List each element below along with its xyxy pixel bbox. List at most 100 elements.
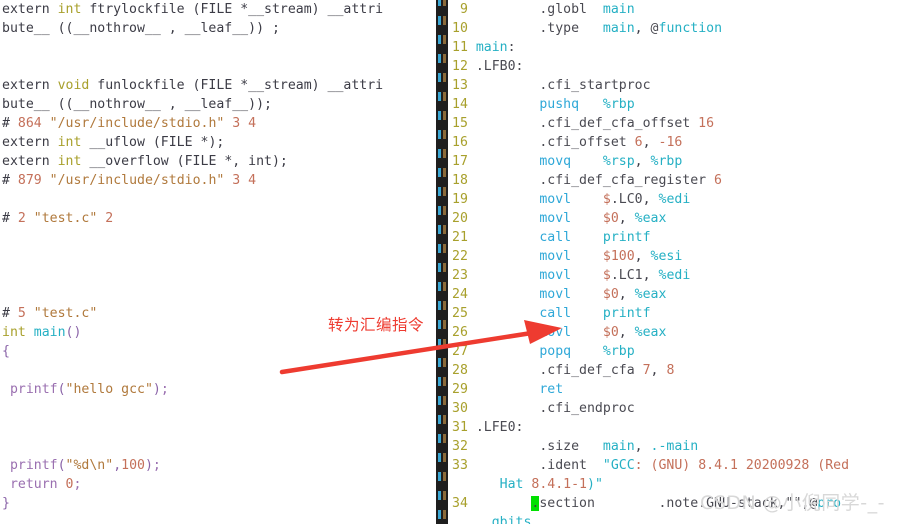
- code-token: "/usr/include/stdio.h": [49, 173, 225, 188]
- line-number: 30: [452, 401, 476, 416]
- code-token: ,: [650, 363, 667, 378]
- line-number: 25: [452, 306, 476, 321]
- left-pane-preprocessed-source[interactable]: extern int ftrylockfile (FILE *__stream)…: [0, 0, 436, 524]
- code-token: (Red: [809, 458, 850, 473]
- assembly-line: 29 ret: [452, 380, 911, 399]
- code-token: "GCC: [602, 458, 635, 473]
- code-token: .-main: [650, 439, 699, 454]
- code-token: .cfi_startproc: [539, 78, 651, 93]
- code-token: .cfi_def_cfa: [539, 363, 635, 378]
- code-token: "hello gcc": [65, 382, 153, 397]
- code-token: ,: [642, 268, 659, 283]
- line-number: 24: [452, 287, 476, 302]
- code-token: 8.4.1-1: [531, 477, 587, 492]
- code-token: 5: [17, 306, 26, 321]
- code-token: ,: [634, 154, 651, 169]
- code-token: %edi: [658, 268, 691, 283]
- code-token: ;: [152, 458, 161, 473]
- code-token: main: [33, 325, 66, 340]
- code-token: printf: [9, 382, 58, 397]
- code-token: %edi: [658, 192, 691, 207]
- code-token: ,: [113, 458, 122, 473]
- code-token: movl: [539, 268, 572, 283]
- code-token: @: [650, 21, 659, 36]
- line-number: [452, 477, 476, 492]
- line-number: 28: [452, 363, 476, 378]
- assembly-line: 11 main:: [452, 38, 911, 57]
- code-token: 8.4.1 20200928: [698, 458, 810, 473]
- code-token: :: [507, 40, 516, 55]
- source-line: [0, 285, 436, 304]
- assembly-line: 9 .globl main: [452, 0, 911, 19]
- code-token: int: [57, 2, 82, 17]
- code-token: #: [2, 211, 18, 226]
- code-token: .cfi_offset: [539, 135, 627, 150]
- code-token: int: [2, 325, 26, 340]
- code-token: ,: [634, 249, 651, 264]
- assembly-line: 10 .type main, @function: [452, 19, 911, 38]
- assembly-line: 20 movl $0, %eax: [452, 209, 911, 228]
- code-token: extern: [2, 2, 58, 17]
- code-token: ,: [634, 439, 651, 454]
- code-token: "/usr/include/stdio.h": [49, 116, 225, 131]
- code-token: function: [658, 21, 723, 36]
- code-token: extern: [2, 154, 58, 169]
- code-token: movl: [539, 325, 572, 340]
- code-token: .cfi_def_cfa_register: [539, 173, 707, 188]
- line-number: 34: [452, 496, 476, 511]
- code-token: .size: [539, 439, 580, 454]
- source-line: return 0;: [0, 475, 436, 494]
- assembly-line: 15 .cfi_def_cfa_offset 16: [452, 114, 911, 133]
- code-token: call: [539, 230, 572, 245]
- code-token: %rbp: [650, 154, 683, 169]
- assembly-line: 22 movl $100, %esi: [452, 247, 911, 266]
- assembly-line: 23 movl $.LC1, %edi: [452, 266, 911, 285]
- code-token: funlockfile (FILE *__stream) __attri: [89, 78, 384, 93]
- code-token: main: [602, 439, 635, 454]
- code-token: pushq: [539, 97, 580, 112]
- line-number: 10: [452, 21, 476, 36]
- code-token: {: [2, 344, 10, 359]
- code-token: void: [57, 78, 90, 93]
- right-pane-assembly[interactable]: 9 .globl main 10 .type main, @function 11 …: [452, 0, 911, 524]
- code-token: main: [602, 21, 635, 36]
- source-line: [0, 38, 436, 57]
- code-token: #: [2, 116, 18, 131]
- code-token: 3 4: [232, 116, 257, 131]
- code-token: bute__ ((__nothrow__ , __leaf__)) ;: [2, 21, 280, 36]
- source-line: bute__ ((__nothrow__ , __leaf__)) ;: [0, 19, 436, 38]
- source-line: [0, 57, 436, 76]
- line-number: 18: [452, 173, 476, 188]
- source-line: extern int __overflow (FILE *, int);: [0, 152, 436, 171]
- line-number: 13: [452, 78, 476, 93]
- assembly-line: 32 .size main, .-main: [452, 437, 911, 456]
- code-token: $0: [602, 325, 619, 340]
- code-token: 7: [642, 363, 651, 378]
- code-token: $0: [602, 287, 619, 302]
- line-number: 12: [452, 59, 476, 74]
- code-token: ,: [618, 325, 635, 340]
- line-number: 27: [452, 344, 476, 359]
- assembly-line: 19 movl $.LC0, %edi: [452, 190, 911, 209]
- code-token: printf: [602, 306, 651, 321]
- source-line: extern int ftrylockfile (FILE *__stream)…: [0, 0, 436, 19]
- source-line: [0, 247, 436, 266]
- code-token: ;: [160, 382, 169, 397]
